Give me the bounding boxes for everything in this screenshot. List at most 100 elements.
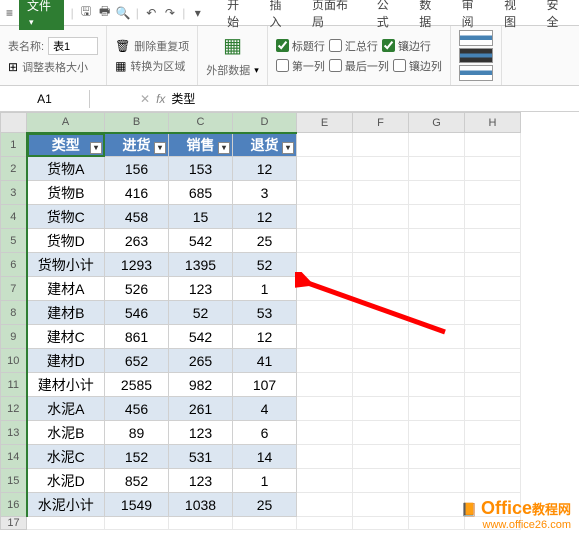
cell-C6[interactable]: 1395	[169, 253, 233, 277]
col-header-C[interactable]: C	[169, 113, 233, 133]
formula-value[interactable]: 类型	[171, 90, 195, 107]
cell-D6[interactable]: 52	[233, 253, 297, 277]
cell-empty[interactable]	[465, 157, 521, 181]
cell-empty[interactable]	[353, 181, 409, 205]
cell-D8[interactable]: 53	[233, 301, 297, 325]
cell-C4[interactable]: 15	[169, 205, 233, 229]
cancel-icon[interactable]: ✕	[140, 92, 150, 106]
cell-D10[interactable]: 41	[233, 349, 297, 373]
cell-A9[interactable]: 建材C	[27, 325, 105, 349]
cell-A16[interactable]: 水泥小计	[27, 493, 105, 517]
row-header-5[interactable]: 5	[1, 229, 27, 253]
cell-D9[interactable]: 12	[233, 325, 297, 349]
row-header-13[interactable]: 13	[1, 421, 27, 445]
cell-D16[interactable]: 25	[233, 493, 297, 517]
cell-empty[interactable]	[409, 229, 465, 253]
cell-A6[interactable]: 货物小计	[27, 253, 105, 277]
cell-B9[interactable]: 861	[105, 325, 169, 349]
opt-banded-col[interactable]: 镶边列	[393, 58, 442, 74]
cell-D13[interactable]: 6	[233, 421, 297, 445]
cell-A15[interactable]: 水泥D	[27, 469, 105, 493]
cell-empty[interactable]	[465, 205, 521, 229]
cell-D12[interactable]: 4	[233, 397, 297, 421]
cell-empty[interactable]	[297, 301, 353, 325]
row-header-7[interactable]: 7	[1, 277, 27, 301]
undo-icon[interactable]: ↶	[142, 6, 161, 20]
cell-C7[interactable]: 123	[169, 277, 233, 301]
cell-empty[interactable]	[409, 397, 465, 421]
save-icon[interactable]: 🖫	[77, 2, 96, 23]
row-header-2[interactable]: 2	[1, 157, 27, 181]
col-header-B[interactable]: B	[105, 113, 169, 133]
cell-empty[interactable]	[27, 517, 105, 530]
cell-empty[interactable]	[353, 469, 409, 493]
cell-B7[interactable]: 526	[105, 277, 169, 301]
cell-empty[interactable]	[409, 253, 465, 277]
cell-C3[interactable]: 685	[169, 181, 233, 205]
cell-empty[interactable]	[465, 397, 521, 421]
cell-empty[interactable]	[353, 325, 409, 349]
cell-empty[interactable]	[409, 277, 465, 301]
table-header-0[interactable]: 类型▾	[27, 133, 105, 157]
col-header-G[interactable]: G	[409, 113, 465, 133]
cell-empty[interactable]	[353, 517, 409, 530]
cell-empty[interactable]	[297, 205, 353, 229]
redo-icon[interactable]: ↷	[161, 6, 180, 20]
cell-empty[interactable]	[353, 133, 409, 157]
opt-last-col[interactable]: 最后一列	[329, 58, 389, 74]
cell-empty[interactable]	[297, 397, 353, 421]
cell-A7[interactable]: 建材A	[27, 277, 105, 301]
cell-empty[interactable]	[409, 445, 465, 469]
cell-empty[interactable]	[297, 325, 353, 349]
cell-D7[interactable]: 1	[233, 277, 297, 301]
cell-C9[interactable]: 542	[169, 325, 233, 349]
cell-empty[interactable]	[465, 229, 521, 253]
col-header-D[interactable]: D	[233, 113, 297, 133]
cell-empty[interactable]	[409, 301, 465, 325]
table-style-1[interactable]	[459, 30, 493, 46]
cell-C13[interactable]: 123	[169, 421, 233, 445]
cell-C5[interactable]: 542	[169, 229, 233, 253]
cell-empty[interactable]	[409, 517, 465, 530]
table-style-3[interactable]	[459, 65, 493, 81]
cell-empty[interactable]	[465, 421, 521, 445]
cell-D4[interactable]: 12	[233, 205, 297, 229]
cell-empty[interactable]	[465, 373, 521, 397]
preview-icon[interactable]: 🔍	[114, 6, 133, 20]
row-header-9[interactable]: 9	[1, 325, 27, 349]
name-box[interactable]: A1	[0, 90, 90, 108]
table-header-2[interactable]: 销售▾	[169, 133, 233, 157]
cell-C15[interactable]: 123	[169, 469, 233, 493]
filter-icon[interactable]: ▾	[154, 142, 166, 154]
cell-empty[interactable]	[297, 133, 353, 157]
cell-D5[interactable]: 25	[233, 229, 297, 253]
col-header-E[interactable]: E	[297, 113, 353, 133]
select-all-corner[interactable]	[1, 113, 27, 133]
cell-empty[interactable]	[465, 253, 521, 277]
cell-empty[interactable]	[465, 325, 521, 349]
cell-empty[interactable]	[409, 469, 465, 493]
cell-A12[interactable]: 水泥A	[27, 397, 105, 421]
cell-empty[interactable]	[409, 373, 465, 397]
cell-C2[interactable]: 153	[169, 157, 233, 181]
cell-empty[interactable]	[353, 493, 409, 517]
row-header-3[interactable]: 3	[1, 181, 27, 205]
cell-empty[interactable]	[297, 181, 353, 205]
cell-D2[interactable]: 12	[233, 157, 297, 181]
cell-empty[interactable]	[409, 181, 465, 205]
cell-empty[interactable]	[297, 469, 353, 493]
cell-empty[interactable]	[409, 349, 465, 373]
cell-empty[interactable]	[353, 205, 409, 229]
cell-C8[interactable]: 52	[169, 301, 233, 325]
cell-D3[interactable]: 3	[233, 181, 297, 205]
row-header-12[interactable]: 12	[1, 397, 27, 421]
cell-A10[interactable]: 建材D	[27, 349, 105, 373]
remove-duplicates-button[interactable]: 🗑 删除重复项	[115, 38, 189, 54]
table-style-2[interactable]	[459, 48, 493, 64]
row-header-17[interactable]: 17	[1, 517, 27, 530]
cell-empty[interactable]	[465, 301, 521, 325]
cell-empty[interactable]	[353, 157, 409, 181]
row-header-1[interactable]: 1	[1, 133, 27, 157]
cell-empty[interactable]	[353, 373, 409, 397]
cell-empty[interactable]	[297, 421, 353, 445]
